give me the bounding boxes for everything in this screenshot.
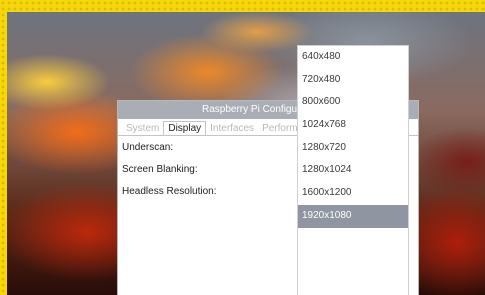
tab-system[interactable]: System [122,122,163,135]
resolution-option[interactable]: 720x480 [298,69,408,92]
resolution-option[interactable]: 640x480 [298,46,408,69]
resolution-option[interactable]: 1280x720 [298,137,408,160]
headless-resolution-label: Headless Resolution: [122,186,217,197]
desktop-wallpaper: Raspberry Pi Configuration System Displa… [7,12,485,295]
resolution-option[interactable]: 1024x768 [298,114,408,137]
resolution-dropdown[interactable]: 640x480 720x480 800x600 1024x768 1280x72… [297,45,409,295]
resolution-option[interactable]: 1600x1200 [298,182,408,205]
underscan-label: Underscan: [122,142,174,153]
tab-bar: System Display Interfaces Performance [122,121,323,135]
screen-blanking-label: Screen Blanking: [122,164,198,175]
resolution-option[interactable]: 800x600 [298,91,408,114]
tab-display[interactable]: Display [163,121,207,135]
tab-interfaces[interactable]: Interfaces [206,122,258,135]
resolution-option-selected[interactable]: 1920x1080 [298,204,408,228]
resolution-option[interactable]: 1280x1024 [298,159,408,182]
